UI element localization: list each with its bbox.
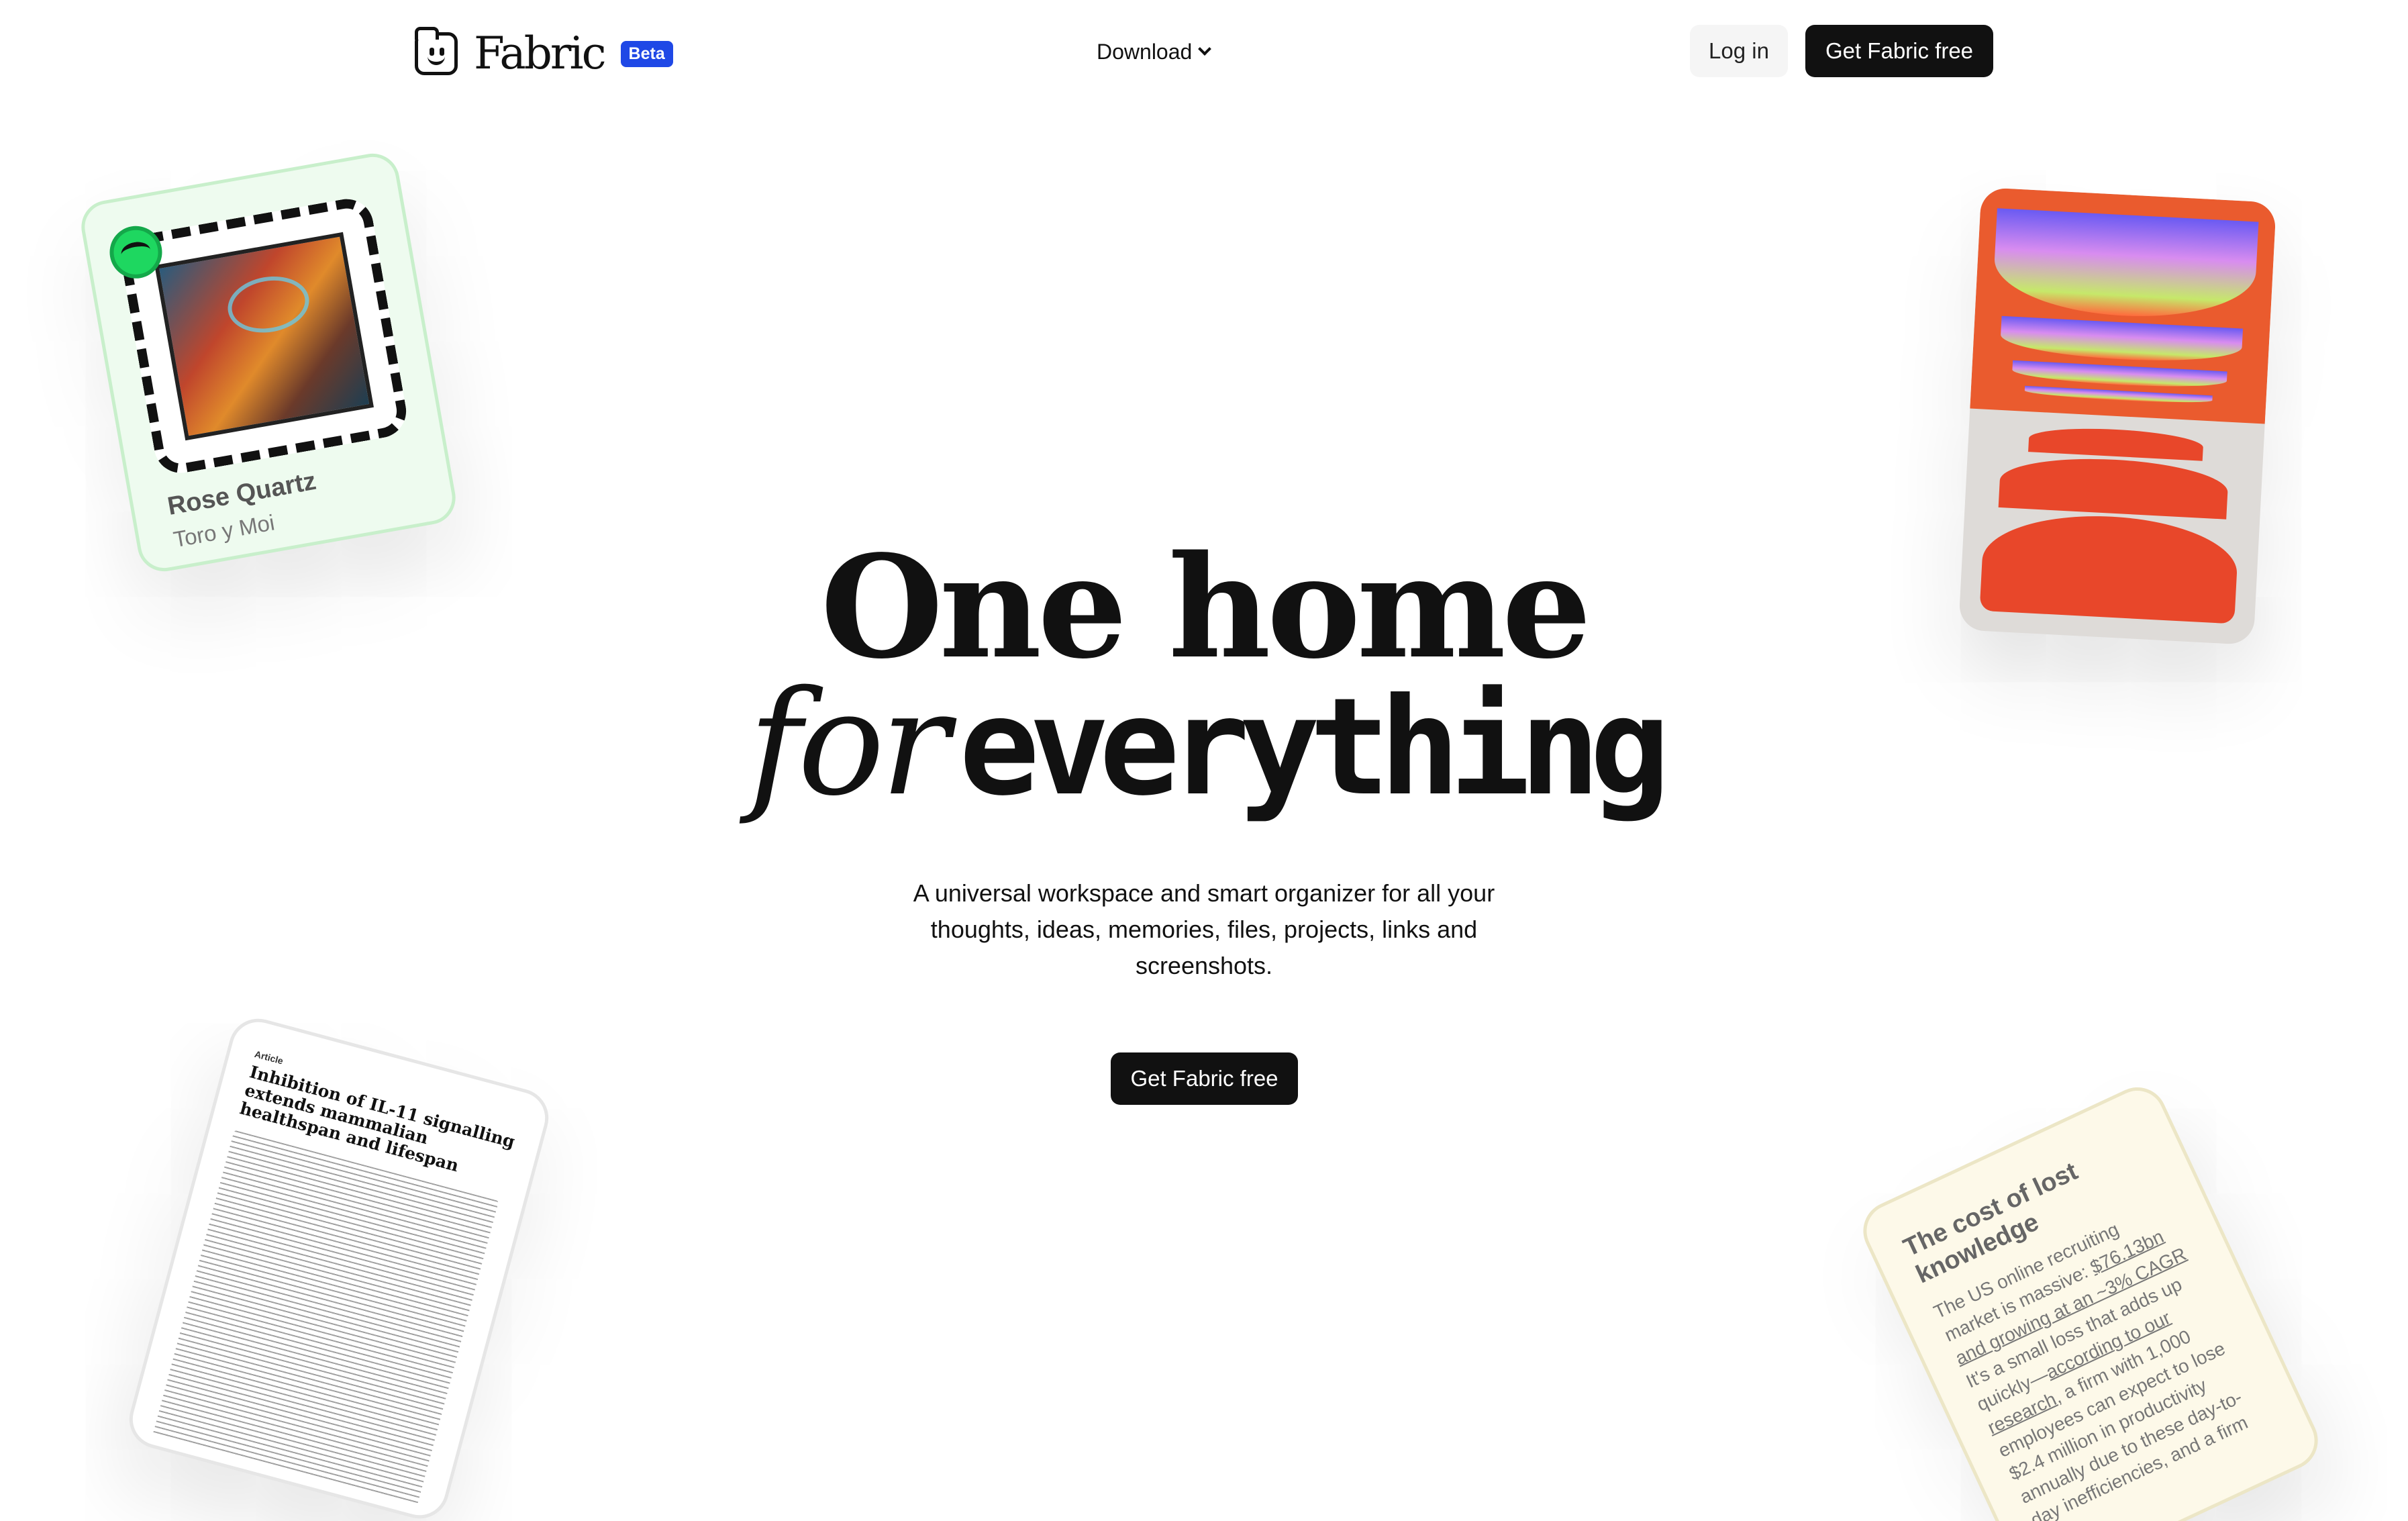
music-card: Rose Quartz Toro y Moi [77,149,460,576]
album-cover-image [154,232,374,441]
hero-title-line2: for everything [0,671,2408,816]
hero-title-everything: everything [958,669,1670,826]
note-card: The cost of lost knowledge The US online… [1853,1077,2328,1521]
art-card [1958,187,2276,646]
get-fabric-free-nav-button[interactable]: Get Fabric free [1805,25,1993,77]
paper-body-text [152,1130,499,1506]
hero-subtitle: A universal workspace and smart organize… [913,879,1495,979]
hero-title-for: for [748,659,950,828]
top-nav: Fabric Beta Download Log in Get Fabric f… [0,0,2408,101]
chevron-down-icon [1198,42,1212,56]
fabric-face-icon [415,27,458,75]
download-label: Download [1097,39,1193,64]
download-menu[interactable]: Download [1097,35,1212,68]
fabric-logo[interactable]: Fabric Beta [415,27,673,79]
login-button[interactable]: Log in [1690,25,1788,77]
music-title: Rose Quartz [165,467,319,521]
paper-card: Article Inhibition of IL-11 signalling e… [122,1012,556,1521]
get-fabric-free-hero-button[interactable]: Get Fabric free [1111,1052,1298,1105]
album-stamp-frame [117,195,411,477]
logo-text: Fabric [474,28,607,79]
beta-badge: Beta [620,40,673,67]
